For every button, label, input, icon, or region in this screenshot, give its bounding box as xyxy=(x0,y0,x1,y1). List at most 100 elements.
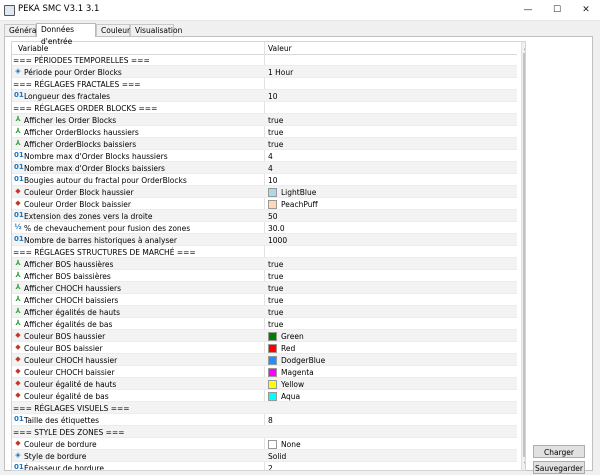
parameter-row[interactable]: 01 Taille des étiquettes 8 xyxy=(12,414,517,426)
integer-icon: 01 xyxy=(14,211,24,219)
color-swatch[interactable] xyxy=(268,440,277,449)
color-swatch[interactable] xyxy=(268,188,277,197)
scroll-down-arrow-icon[interactable]: ▼ xyxy=(522,460,525,469)
parameter-row[interactable]: ◆ Couleur Order Block haussier LightBlue xyxy=(12,186,517,198)
parameter-value[interactable]: true xyxy=(268,140,283,149)
parameter-value[interactable]: true xyxy=(268,308,283,317)
parameter-value[interactable]: Magenta xyxy=(281,368,314,377)
parameter-row[interactable]: ◆ Couleur de bordure None xyxy=(12,438,517,450)
parameter-row[interactable]: ⅄ Afficher OrderBlocks baissiers true xyxy=(12,138,517,150)
tab-visualisation[interactable]: Visualisation xyxy=(130,24,182,36)
parameter-row[interactable]: ◆ Couleur égalité de hauts Yellow xyxy=(12,378,517,390)
parameter-value[interactable]: true xyxy=(268,116,283,125)
parameter-value[interactable]: true xyxy=(268,128,283,137)
parameter-row[interactable]: 01 Longueur des fractales 10 xyxy=(12,90,517,102)
parameter-row[interactable]: ◆ Couleur BOS baissier Red xyxy=(12,342,517,354)
parameter-value[interactable]: 1000 xyxy=(268,236,287,245)
parameter-value[interactable]: 4 xyxy=(268,152,273,161)
parameter-value[interactable]: Green xyxy=(281,332,304,341)
minimize-button[interactable]: — xyxy=(514,0,542,20)
parameter-label: Couleur CHOCH baissier xyxy=(24,368,115,377)
parameter-value[interactable]: None xyxy=(281,440,301,449)
parameter-value[interactable]: PeachPuff xyxy=(281,200,318,209)
parameter-label: === RÉGLAGES VISUELS === xyxy=(13,404,130,413)
boolean-icon: ⅄ xyxy=(15,319,21,327)
color-swatch[interactable] xyxy=(268,356,277,365)
parameter-value[interactable]: 10 xyxy=(268,176,278,185)
color-swatch[interactable] xyxy=(268,344,277,353)
parameter-row[interactable]: 01 Épaisseur de bordure 2 xyxy=(12,462,517,471)
parameter-row[interactable]: ◆ Couleur BOS haussier Green xyxy=(12,330,517,342)
integer-icon: 01 xyxy=(14,415,24,423)
vertical-scrollbar[interactable]: ▲ ▼ xyxy=(521,42,525,470)
parameter-row[interactable]: 01 Nombre de barres historiques à analyse… xyxy=(12,234,517,246)
color-icon: ◆ xyxy=(15,379,21,387)
tab-colors[interactable]: Couleurs xyxy=(96,24,134,36)
parameter-row[interactable]: ◆ Couleur CHOCH haussier DodgerBlue xyxy=(12,354,517,366)
color-swatch[interactable] xyxy=(268,392,277,401)
parameter-row[interactable]: ⅄ Afficher égalités de hauts true xyxy=(12,306,517,318)
boolean-icon: ⅄ xyxy=(15,307,21,315)
parameter-label: Afficher égalités de bas xyxy=(24,320,113,329)
parameter-row[interactable]: ◆ Couleur Order Block baissier PeachPuff xyxy=(12,198,517,210)
section-header-row: === RÉGLAGES STRUCTURES DE MARCHÉ === xyxy=(12,246,517,258)
parameter-value[interactable]: 10 xyxy=(268,92,278,101)
parameter-value[interactable]: 4 xyxy=(268,164,273,173)
parameter-row[interactable]: ⅄ Afficher CHOCH haussiers true xyxy=(12,282,517,294)
parameter-row[interactable]: 01 Nombre max d'Order Blocks haussiers 4 xyxy=(12,150,517,162)
integer-icon: 01 xyxy=(14,463,24,471)
boolean-icon: ⅄ xyxy=(15,295,21,303)
parameter-value[interactable]: 1 Hour xyxy=(268,68,293,77)
color-icon: ◆ xyxy=(15,187,21,195)
parameter-value[interactable]: true xyxy=(268,296,283,305)
parameter-label: Couleur égalité de bas xyxy=(24,392,109,401)
parameter-value[interactable]: Red xyxy=(281,344,295,353)
parameter-row[interactable]: ⅄ Afficher OrderBlocks haussiers true xyxy=(12,126,517,138)
boolean-icon: ⅄ xyxy=(15,271,21,279)
parameter-value[interactable]: DodgerBlue xyxy=(281,356,325,365)
parameter-row[interactable]: 01 Nombre max d'Order Blocks baissiers 4 xyxy=(12,162,517,174)
parameter-value[interactable]: 2 xyxy=(268,464,273,470)
parameter-row[interactable]: ½% de chevauchement pour fusion des zone… xyxy=(12,222,517,234)
parameter-value[interactable]: 30.0 xyxy=(268,224,285,233)
integer-icon: 01 xyxy=(14,175,24,183)
tab-inputs[interactable]: Données d'entrée xyxy=(36,23,96,46)
parameter-row[interactable]: ⅄ Afficher égalités de bas true xyxy=(12,318,517,330)
parameter-row[interactable]: ⅄ Afficher les Order Blocks true xyxy=(12,114,517,126)
color-swatch[interactable] xyxy=(268,200,277,209)
load-button[interactable]: Charger xyxy=(533,445,585,458)
parameter-value[interactable]: Aqua xyxy=(281,392,300,401)
parameter-row[interactable]: ◈ Période pour Order Blocks 1 Hour xyxy=(12,66,517,78)
parameter-value[interactable]: 50 xyxy=(268,212,278,221)
parameter-value[interactable]: true xyxy=(268,272,283,281)
scroll-up-arrow-icon[interactable]: ▲ xyxy=(522,43,525,52)
color-swatch[interactable] xyxy=(268,380,277,389)
parameter-row[interactable]: ◆ Couleur égalité de bas Aqua xyxy=(12,390,517,402)
parameter-label: Afficher CHOCH baissiers xyxy=(24,296,119,305)
parameter-label: Couleur de bordure xyxy=(24,440,97,449)
parameter-value[interactable]: LightBlue xyxy=(281,188,316,197)
parameter-row[interactable]: 01 Bougies autour du fractal pour OrderBl… xyxy=(12,174,517,186)
tab-general[interactable]: Général xyxy=(4,24,39,36)
scrollbar-thumb[interactable] xyxy=(523,53,525,457)
parameter-value[interactable]: true xyxy=(268,260,283,269)
parameter-value[interactable]: 8 xyxy=(268,416,273,425)
parameter-row[interactable]: ◆ Couleur CHOCH baissier Magenta xyxy=(12,366,517,378)
parameter-row[interactable]: 01 Extension des zones vers la droite 50 xyxy=(12,210,517,222)
maximize-button[interactable]: ☐ xyxy=(543,0,571,20)
parameter-label: Période pour Order Blocks xyxy=(24,68,122,77)
parameter-value[interactable]: Solid xyxy=(268,452,286,461)
color-swatch[interactable] xyxy=(268,368,277,377)
parameter-row[interactable]: ⅄ Afficher BOS haussières true xyxy=(12,258,517,270)
color-swatch[interactable] xyxy=(268,332,277,341)
parameter-value[interactable]: Yellow xyxy=(281,380,304,389)
parameter-value[interactable]: true xyxy=(268,320,283,329)
parameter-value[interactable]: true xyxy=(268,284,283,293)
parameter-label: === PÉRIODES TEMPORELLES === xyxy=(13,56,150,65)
save-button[interactable]: Sauvegarder xyxy=(533,461,585,474)
parameter-label: Afficher égalités de hauts xyxy=(24,308,121,317)
close-button[interactable]: ✕ xyxy=(572,0,600,20)
parameter-row[interactable]: ⅄ Afficher BOS baissières true xyxy=(12,270,517,282)
parameter-row[interactable]: ◈ Style de bordure Solid xyxy=(12,450,517,462)
parameter-row[interactable]: ⅄ Afficher CHOCH baissiers true xyxy=(12,294,517,306)
